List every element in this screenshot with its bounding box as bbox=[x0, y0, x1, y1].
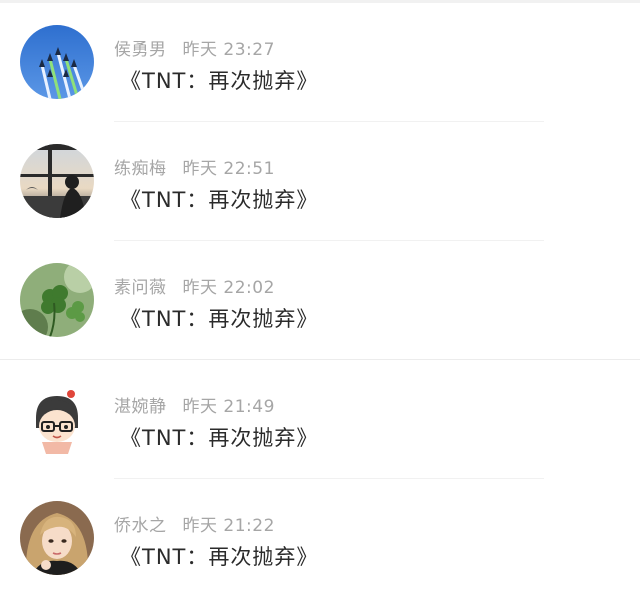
message-meta: 侯勇男 昨天 23:27 bbox=[114, 35, 275, 60]
timestamp: 昨天 23:27 bbox=[182, 40, 275, 60]
list-item[interactable]: 侨水之 昨天 21:22 《TNT：再次抛弃》 bbox=[0, 479, 640, 598]
list-item[interactable]: 湛婉静 昨天 21:49 《TNT：再次抛弃》 bbox=[0, 360, 640, 479]
message-list: 侯勇男 昨天 23:27 《TNT：再次抛弃》 练痴梅 昨天 22:51 《TN… bbox=[0, 3, 640, 598]
sender-name[interactable]: 湛婉静 bbox=[114, 397, 167, 417]
message-meta: 练痴梅 昨天 22:51 bbox=[114, 154, 275, 179]
message-text: 《TNT：再次抛弃》 bbox=[120, 545, 319, 569]
sender-name[interactable]: 练痴梅 bbox=[114, 159, 167, 179]
girl-photo-avatar-icon[interactable] bbox=[20, 501, 94, 575]
message-meta: 湛婉静 昨天 21:49 bbox=[114, 392, 275, 417]
message-meta: 侨水之 昨天 21:22 bbox=[114, 511, 275, 536]
cartoon-girl-glasses-avatar-icon[interactable] bbox=[20, 382, 94, 456]
sender-name[interactable]: 侨水之 bbox=[114, 516, 167, 536]
message-text: 《TNT：再次抛弃》 bbox=[120, 426, 319, 450]
message-text: 《TNT：再次抛弃》 bbox=[120, 307, 319, 331]
message-meta: 素问薇 昨天 22:02 bbox=[114, 273, 275, 298]
sender-name[interactable]: 侯勇男 bbox=[114, 40, 167, 60]
sender-name[interactable]: 素问薇 bbox=[114, 278, 167, 298]
list-item[interactable]: 素问薇 昨天 22:02 《TNT：再次抛弃》 bbox=[0, 241, 640, 360]
message-text: 《TNT：再次抛弃》 bbox=[120, 188, 319, 212]
timestamp: 昨天 22:02 bbox=[182, 278, 275, 298]
clover-plant-avatar-icon[interactable] bbox=[20, 263, 94, 337]
timestamp: 昨天 21:49 bbox=[182, 397, 275, 417]
timestamp: 昨天 22:51 bbox=[182, 159, 275, 179]
list-item[interactable]: 侯勇男 昨天 23:27 《TNT：再次抛弃》 bbox=[0, 3, 640, 122]
list-item[interactable]: 练痴梅 昨天 22:51 《TNT：再次抛弃》 bbox=[0, 122, 640, 241]
airplanes-avatar-icon[interactable] bbox=[20, 25, 94, 99]
window-silhouette-avatar-icon[interactable] bbox=[20, 144, 94, 218]
message-text: 《TNT：再次抛弃》 bbox=[120, 69, 319, 93]
timestamp: 昨天 21:22 bbox=[182, 516, 275, 536]
